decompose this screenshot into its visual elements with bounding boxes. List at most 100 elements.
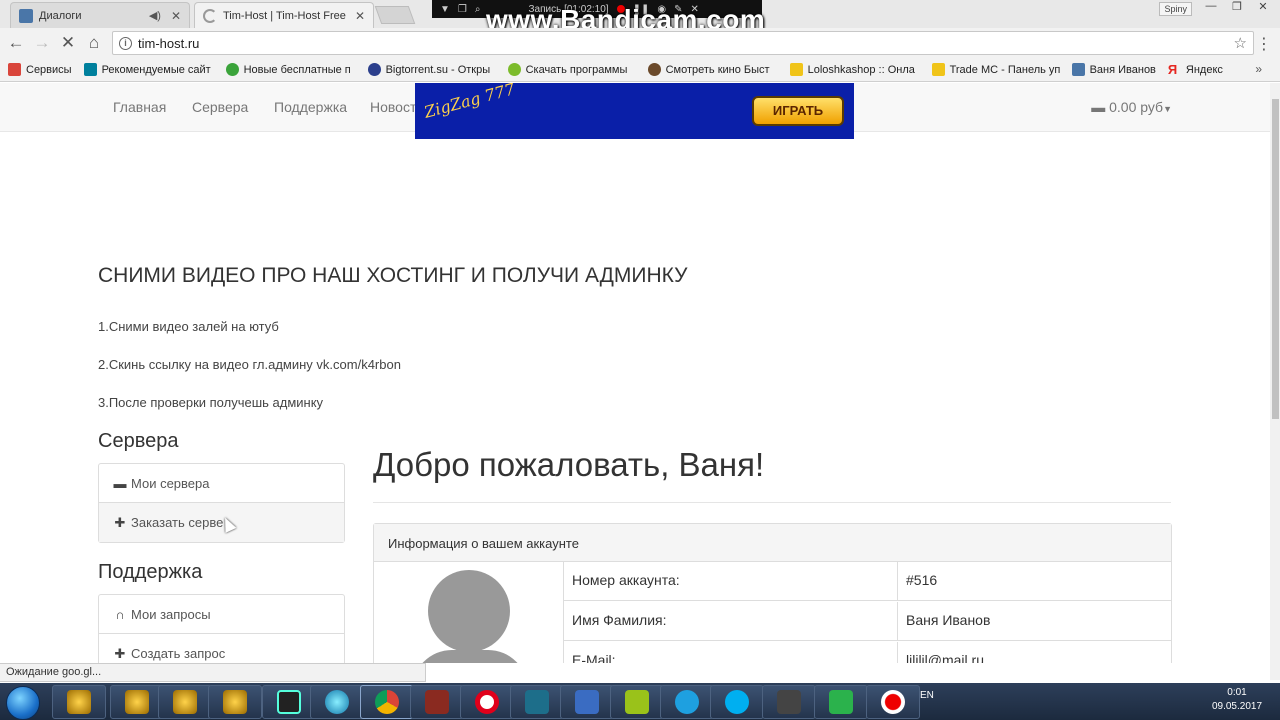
nav-servers[interactable]: Сервера — [192, 99, 248, 115]
bookmark-label: Ваня Иванов — [1089, 63, 1156, 76]
bookmark-item[interactable]: Loloshkashop :: Онла — [789, 63, 920, 76]
bookmark-label: Смотреть кино Быст — [665, 63, 770, 76]
status-bar: Ожидание goo.gl... — [0, 663, 426, 682]
new-tab-button[interactable] — [374, 6, 416, 24]
bookmark-item[interactable]: Я Яндекс — [1168, 63, 1223, 76]
opera-icon — [475, 690, 499, 714]
monitor-icon — [575, 690, 599, 714]
bookmark-label: Новые бесплатные п — [243, 63, 351, 76]
taskbar-app[interactable] — [762, 685, 816, 719]
start-button[interactable] — [6, 686, 40, 720]
taskbar-app[interactable] — [52, 685, 106, 719]
tab-tim-host[interactable]: Tim-Host | Tim-Host Free ✕ — [194, 2, 374, 28]
table-row: Имя Фамилия: Ваня Иванов — [564, 602, 1172, 641]
folder-icon — [931, 63, 945, 76]
tray-language[interactable]: EN — [920, 690, 934, 701]
speaker-icon[interactable]: ◀) — [149, 9, 161, 22]
servers-menu: ▬ Мои сервера ✚ Заказать серве — [98, 463, 345, 543]
taskbar-app[interactable] — [610, 685, 664, 719]
bookmark-item[interactable]: Новые бесплатные п — [225, 63, 356, 76]
bookmark-star-icon[interactable]: ☆ — [1234, 34, 1247, 52]
film-icon — [647, 63, 661, 76]
window-icon[interactable]: ❐ — [458, 4, 467, 15]
taskbar-app[interactable] — [208, 685, 262, 719]
nav-news[interactable]: Новост — [370, 99, 416, 115]
restore-icon[interactable]: ❐ — [1226, 0, 1248, 16]
minecraft-launcher-icon — [67, 690, 91, 714]
create-ticket-link[interactable]: ✚ Создать запрос — [99, 634, 344, 663]
taskbar-app[interactable] — [262, 685, 316, 719]
bookmark-item[interactable]: Ваня Иванов — [1071, 63, 1156, 76]
forward-icon[interactable]: → — [32, 33, 52, 53]
taskbar-app-chrome[interactable] — [360, 685, 414, 719]
tab-dialogs[interactable]: Диалоги ◀) ✕ — [10, 2, 190, 28]
row-value: #516 — [906, 572, 938, 588]
dropdown-icon[interactable]: ▼ — [440, 4, 450, 15]
taskbar-app[interactable] — [510, 685, 564, 719]
divider — [373, 502, 1171, 503]
app-icon — [829, 690, 853, 714]
promo-heading: СНИМИ ВИДЕО ПРО НАШ ХОСТИНГ И ПОЛУЧИ АДМ… — [98, 264, 688, 287]
bandicam-record-icon — [881, 690, 905, 714]
stop-icon[interactable]: ✕ — [58, 33, 78, 53]
bookmark-item[interactable]: Скачать программы — [507, 63, 636, 76]
info-icon[interactable]: i — [119, 36, 132, 50]
nav-support[interactable]: Поддержка — [274, 99, 347, 115]
bookmark-item[interactable]: Рекомендуемые сайт — [83, 63, 214, 76]
bookmark-label: Сервисы — [26, 63, 72, 76]
bookmark-item[interactable]: Trade MC - Панель уп — [931, 63, 1060, 76]
taskbar-app[interactable] — [310, 685, 364, 719]
ad-play-button[interactable]: ИГРАТЬ — [752, 96, 844, 126]
row-key: Имя Фамилия: — [572, 612, 667, 628]
menu-icon[interactable]: ⋮ — [1256, 34, 1272, 54]
bookmark-label: Скачать программы — [525, 63, 628, 76]
ad-banner[interactable]: ZigZag 777 ИГРАТЬ — [415, 83, 854, 139]
taskbar-app[interactable] — [158, 685, 212, 719]
media-player-icon — [325, 690, 349, 714]
avatar-body — [412, 650, 528, 663]
taskbar-app[interactable] — [410, 685, 464, 719]
bookmark-item[interactable]: Bigtorrent.su - Откры — [367, 63, 496, 76]
bookmark-item[interactable]: Сервисы — [8, 63, 72, 76]
profile-button[interactable]: Spiny — [1159, 2, 1192, 16]
nav-home[interactable]: Главная — [113, 99, 166, 115]
taskbar-app[interactable] — [866, 685, 920, 719]
yandex-icon: Я — [1167, 63, 1178, 76]
more-bookmarks-icon[interactable]: » — [1255, 62, 1262, 76]
skype-icon — [725, 690, 749, 714]
taskbar-app[interactable] — [460, 685, 514, 719]
balance-text: 0.00 руб — [1109, 99, 1164, 115]
row-value: ljljljl@mail.ru — [906, 652, 984, 663]
taskbar-app[interactable] — [660, 685, 714, 719]
address-bar[interactable]: i tim-host.ru ☆ — [112, 31, 1254, 55]
system-clock[interactable]: 0:01 09.05.2017 — [1200, 686, 1274, 714]
my-tickets-link[interactable]: ∩ Мои запросы — [99, 595, 344, 634]
close-icon[interactable]: ✕ — [355, 9, 365, 23]
home-icon[interactable]: ⌂ — [84, 33, 104, 53]
page-scrollbar[interactable] — [1270, 83, 1280, 680]
taskbar-app[interactable] — [110, 685, 164, 719]
row-key: Номер аккаунта: — [572, 572, 680, 588]
bookmarks-bar: Сервисы Рекомендуемые сайт Новые бесплат… — [0, 58, 1280, 82]
balance-dropdown[interactable]: ▬ 0.00 руб▼ — [1091, 99, 1172, 115]
search-icon[interactable]: ⌕ — [475, 4, 481, 15]
servers-heading: Сервера — [98, 430, 179, 452]
chrome-icon — [375, 690, 399, 714]
minimize-icon[interactable]: — — [1200, 0, 1222, 16]
back-icon[interactable]: ← — [6, 33, 26, 53]
my-servers-link[interactable]: ▬ Мои сервера — [99, 464, 344, 503]
close-window-icon[interactable]: ✕ — [1252, 0, 1274, 16]
support-menu: ∩ Мои запросы ✚ Создать запрос — [98, 594, 345, 663]
bookmark-label: Рекомендуемые сайт — [101, 63, 211, 76]
promo-step: 1.Сними видео залей на ютуб — [98, 319, 279, 334]
taskbar-app[interactable] — [814, 685, 868, 719]
scrollbar-thumb[interactable] — [1272, 99, 1279, 419]
taskbar-app[interactable] — [710, 685, 764, 719]
bookmark-item[interactable]: Смотреть кино Быст — [647, 63, 778, 76]
taskbar-app[interactable] — [560, 685, 614, 719]
mail-icon — [675, 690, 699, 714]
menu-label: Мои запросы — [131, 606, 211, 622]
loading-spinner-icon — [203, 8, 217, 23]
close-icon[interactable]: ✕ — [171, 9, 181, 23]
tab-strip: Диалоги ◀) ✕ Tim-Host | Tim-Host Free ✕ … — [0, 0, 1280, 35]
